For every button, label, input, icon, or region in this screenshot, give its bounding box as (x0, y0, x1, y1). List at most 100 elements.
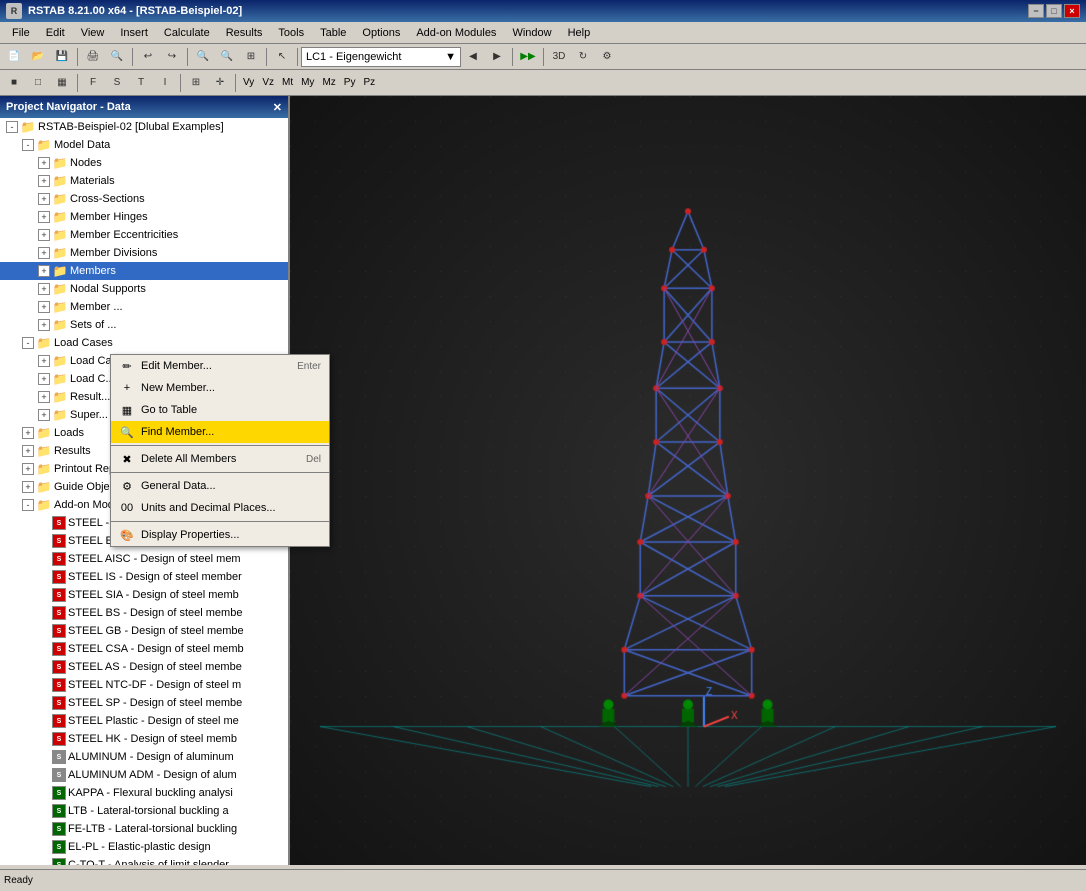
tree-expand-btn[interactable]: + (38, 373, 50, 385)
menu-item-file[interactable]: File (4, 25, 38, 41)
tree-item[interactable]: SSTEEL Plastic - Design of steel me (0, 712, 288, 730)
context-menu-item[interactable]: ✏Edit Member...Enter (111, 355, 329, 377)
print-button[interactable]: 🖨 (82, 46, 104, 68)
top-view-button[interactable]: T (130, 72, 152, 94)
menu-item-table[interactable]: Table (312, 25, 354, 41)
context-menu-item[interactable]: 00Units and Decimal Places... (111, 497, 329, 519)
tree-item[interactable]: -📁Model Data (0, 136, 288, 154)
tree-expand-btn[interactable]: + (38, 283, 50, 295)
tree-expand-btn[interactable]: + (38, 409, 50, 421)
tree-item[interactable]: SFE-LTB - Lateral-torsional buckling (0, 820, 288, 838)
tree-item[interactable]: SEL-PL - Elastic-plastic design (0, 838, 288, 856)
window-controls[interactable]: − □ × (1028, 4, 1080, 18)
tree-expand-btn[interactable]: + (38, 355, 50, 367)
tree-expand-btn[interactable]: + (38, 229, 50, 241)
tree-item[interactable]: SSTEEL IS - Design of steel member (0, 568, 288, 586)
tree-item[interactable]: SSTEEL HK - Design of steel memb (0, 730, 288, 748)
save-button[interactable]: 💾 (51, 46, 73, 68)
menu-item-view[interactable]: View (73, 25, 113, 41)
open-button[interactable]: 📂 (27, 46, 49, 68)
tree-item[interactable]: SSTEEL NTC-DF - Design of steel m (0, 676, 288, 694)
tree-expand-btn[interactable]: + (38, 175, 50, 187)
tree-item[interactable]: SALUMINUM - Design of aluminum (0, 748, 288, 766)
tree-expand-btn[interactable]: - (22, 139, 34, 151)
context-menu-item[interactable]: +New Member... (111, 377, 329, 399)
grid-button[interactable]: ⊞ (185, 72, 207, 94)
render-button[interactable]: ▦ (51, 72, 73, 94)
menu-item-edit[interactable]: Edit (38, 25, 73, 41)
menu-item-help[interactable]: Help (560, 25, 599, 41)
nav-close-button[interactable]: ✕ (273, 101, 282, 114)
model-view-button[interactable]: ■ (3, 72, 25, 94)
close-button[interactable]: × (1064, 4, 1080, 18)
tree-item[interactable]: SSTEEL GB - Design of steel membe (0, 622, 288, 640)
menu-item-insert[interactable]: Insert (112, 25, 156, 41)
tree-expand-btn[interactable]: + (38, 265, 50, 277)
context-menu-item[interactable]: 🎨Display Properties... (111, 524, 329, 546)
tree-item[interactable]: +📁Member ... (0, 298, 288, 316)
tree-item[interactable]: +📁Nodes (0, 154, 288, 172)
tree-item[interactable]: +📁Member Hinges (0, 208, 288, 226)
tree-item[interactable]: +📁Members (0, 262, 288, 280)
menu-item-calculate[interactable]: Calculate (156, 25, 218, 41)
maximize-button[interactable]: □ (1046, 4, 1062, 18)
zoom-in-button[interactable]: 🔍 (192, 46, 214, 68)
tree-expand-btn[interactable]: - (22, 337, 34, 349)
tree-item[interactable]: +📁Sets of ... (0, 316, 288, 334)
side-view-button[interactable]: S (106, 72, 128, 94)
front-view-button[interactable]: F (82, 72, 104, 94)
zoom-out-button[interactable]: 🔍 (216, 46, 238, 68)
tree-item[interactable]: SC-TO-T - Analysis of limit slender (0, 856, 288, 865)
tree-expand-btn[interactable]: + (38, 247, 50, 259)
tree-item[interactable]: SALUMINUM ADM - Design of alum (0, 766, 288, 784)
rotate-button[interactable]: ↻ (572, 46, 594, 68)
menu-item-tools[interactable]: Tools (270, 25, 312, 41)
tree-expand-btn[interactable]: + (22, 427, 34, 439)
iso-view-button[interactable]: I (154, 72, 176, 94)
minimize-button[interactable]: − (1028, 4, 1044, 18)
tree-expand-btn[interactable]: + (38, 211, 50, 223)
tree-item[interactable]: SSTEEL SP - Design of steel membe (0, 694, 288, 712)
tree-item[interactable]: SSTEEL CSA - Design of steel memb (0, 640, 288, 658)
tree-expand-btn[interactable]: - (6, 121, 18, 133)
tree-expand-btn[interactable]: + (22, 463, 34, 475)
context-menu-item[interactable]: ✖Delete All MembersDel (111, 448, 329, 470)
menu-item-options[interactable]: Options (354, 25, 408, 41)
viewport-3d[interactable] (290, 96, 1086, 865)
zoom-all-button[interactable]: ⊞ (240, 46, 262, 68)
tree-item[interactable]: +📁Member Divisions (0, 244, 288, 262)
tree-expand-btn[interactable]: - (22, 499, 34, 511)
tree-expand-btn[interactable]: + (38, 301, 50, 313)
tree-item[interactable]: +📁Nodal Supports (0, 280, 288, 298)
tree-item[interactable]: SKAPPA - Flexural buckling analysi (0, 784, 288, 802)
tree-expand-btn[interactable]: + (38, 391, 50, 403)
run-button[interactable]: ▶▶ (517, 46, 539, 68)
tree-item[interactable]: +📁Member Eccentricities (0, 226, 288, 244)
tree-item[interactable]: SSTEEL SIA - Design of steel memb (0, 586, 288, 604)
tree-expand-btn[interactable]: + (38, 193, 50, 205)
context-menu-item[interactable]: 🔍Find Member... (111, 421, 329, 443)
snap-button[interactable]: ✛ (209, 72, 231, 94)
select-button[interactable]: ↖ (271, 46, 293, 68)
tree-item[interactable]: SSTEEL AISC - Design of steel mem (0, 550, 288, 568)
load-case-dropdown[interactable]: LC1 - Eigengewicht ▼ (301, 47, 461, 67)
redo-button[interactable]: ↪ (161, 46, 183, 68)
tree-expand-btn[interactable]: + (38, 157, 50, 169)
tree-expand-btn[interactable]: + (22, 481, 34, 493)
settings-button[interactable]: ⚙ (596, 46, 618, 68)
context-menu-item[interactable]: ⚙General Data... (111, 475, 329, 497)
tree-item[interactable]: +📁Cross-Sections (0, 190, 288, 208)
menu-item-window[interactable]: Window (504, 25, 559, 41)
tree-item[interactable]: +📁Materials (0, 172, 288, 190)
print-preview-button[interactable]: 🔍 (106, 46, 128, 68)
new-button[interactable]: 📄 (3, 46, 25, 68)
prev-lc-button[interactable]: ◀ (462, 46, 484, 68)
tree-expand-btn[interactable]: + (38, 319, 50, 331)
view3d-button[interactable]: 3D (548, 46, 570, 68)
menu-item-add-on-modules[interactable]: Add-on Modules (408, 25, 504, 41)
undo-button[interactable]: ↩ (137, 46, 159, 68)
tree-item[interactable]: -📁RSTAB-Beispiel-02 [Dlubal Examples] (0, 118, 288, 136)
context-menu-item[interactable]: ▦Go to Table (111, 399, 329, 421)
tree-item[interactable]: -📁Load Cases (0, 334, 288, 352)
wire-view-button[interactable]: □ (27, 72, 49, 94)
